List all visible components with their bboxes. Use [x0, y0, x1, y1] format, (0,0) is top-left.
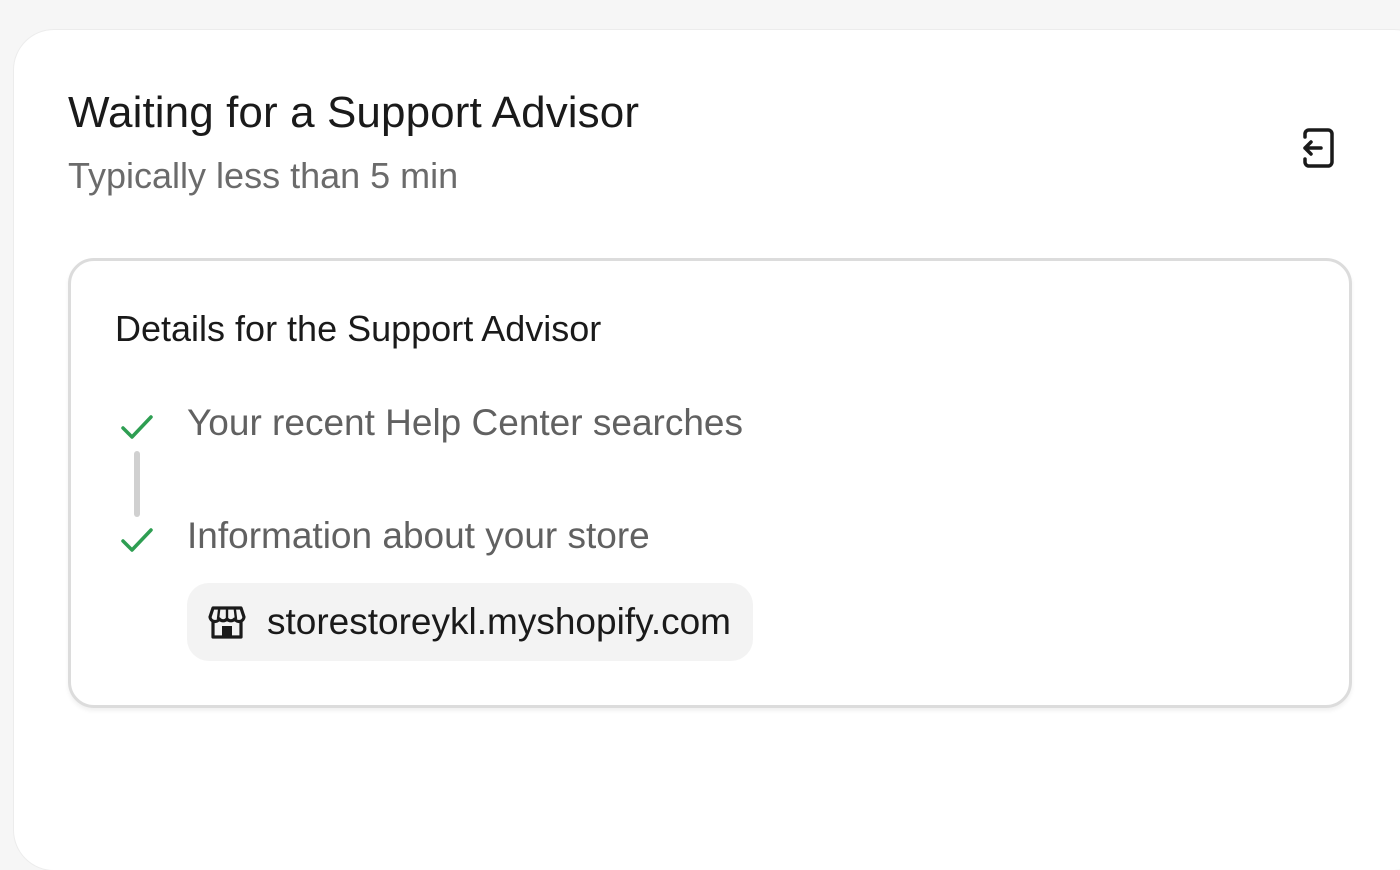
store-icon [208, 606, 246, 639]
step-help-center-searches: Your recent Help Center searches [187, 402, 743, 443]
page-title: Waiting for a Support Advisor [68, 88, 640, 137]
checkmark-icon [121, 528, 153, 552]
details-card-title: Details for the Support Advisor [115, 308, 602, 349]
exit-icon [1303, 128, 1334, 168]
step-store-information: Information about your store [187, 515, 650, 556]
advisor-details-card: Details for the Support Advisor Your rec… [68, 258, 1352, 708]
store-url-chip: storestoreykl.myshopify.com [187, 583, 753, 661]
store-url: storestoreykl.myshopify.com [267, 601, 731, 642]
step-connector-line [134, 451, 140, 517]
exit-chat-button[interactable] [1282, 116, 1346, 180]
checkmark-icon [121, 415, 153, 439]
wait-time-subtitle: Typically less than 5 min [68, 155, 459, 196]
